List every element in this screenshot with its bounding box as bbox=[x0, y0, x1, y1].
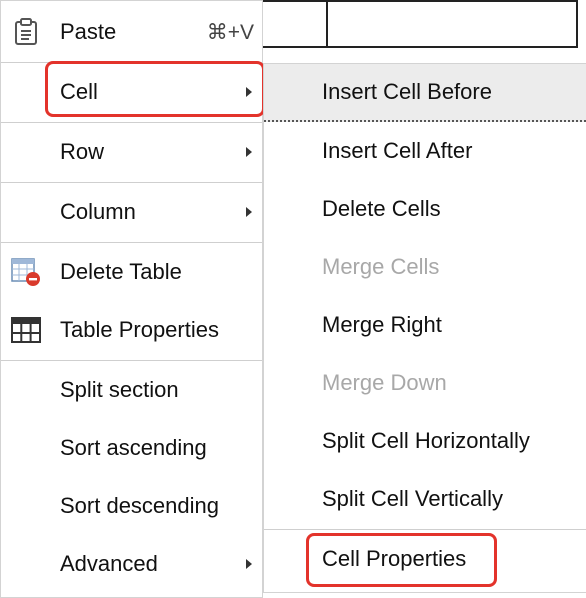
menu-item-advanced[interactable]: Advanced bbox=[1, 535, 262, 593]
submenu-item-label: Merge Right bbox=[322, 312, 442, 337]
submenu-item-split-cell-horizontally[interactable]: Split Cell Horizontally bbox=[264, 412, 586, 470]
submenu-item-label: Delete Cells bbox=[322, 196, 441, 221]
submenu-item-label: Split Cell Horizontally bbox=[322, 428, 530, 453]
menu-item-label: Delete Table bbox=[60, 259, 182, 284]
cell-highlight-box bbox=[45, 61, 265, 117]
submenu-item-insert-cell-before[interactable]: Insert Cell Before bbox=[264, 64, 586, 122]
menu-item-table-properties[interactable]: Table Properties bbox=[1, 301, 262, 359]
menu-item-label: Split section bbox=[60, 377, 179, 402]
submenu-arrow-icon bbox=[246, 147, 252, 157]
submenu-item-label: Merge Down bbox=[322, 370, 447, 395]
menu-item-column[interactable]: Column bbox=[1, 183, 262, 241]
table-cell[interactable] bbox=[256, 0, 328, 48]
cell-properties-highlight-box bbox=[306, 533, 497, 587]
submenu-arrow-icon bbox=[246, 207, 252, 217]
menu-item-label: Table Properties bbox=[60, 317, 219, 342]
menu-item-label: Sort ascending bbox=[60, 435, 207, 460]
submenu-item-insert-cell-after[interactable]: Insert Cell After bbox=[264, 122, 586, 180]
clipboard-icon bbox=[11, 17, 41, 47]
menu-item-label: Row bbox=[60, 139, 105, 164]
submenu-item-merge-down: Merge Down bbox=[264, 354, 586, 412]
shortcut-label: ⌘+V bbox=[206, 20, 254, 44]
menu-item-split-section[interactable]: Split section bbox=[1, 361, 262, 419]
menu-item-label: Column bbox=[60, 199, 136, 224]
submenu-item-label: Insert Cell After bbox=[322, 138, 473, 163]
submenu-item-merge-right[interactable]: Merge Right bbox=[264, 296, 586, 354]
menu-item-label: Paste bbox=[60, 19, 117, 44]
menu-item-row[interactable]: Row bbox=[1, 123, 262, 181]
menu-item-label: Sort descending bbox=[60, 493, 219, 518]
table-grid-icon bbox=[11, 315, 41, 345]
submenu-item-merge-cells: Merge Cells bbox=[264, 238, 586, 296]
table-cell[interactable] bbox=[326, 0, 578, 48]
submenu-item-label: Insert Cell Before bbox=[322, 79, 492, 104]
menu-item-label: Advanced bbox=[60, 551, 158, 576]
delete-table-icon bbox=[11, 257, 41, 287]
submenu-item-delete-cells[interactable]: Delete Cells bbox=[264, 180, 586, 238]
submenu-arrow-icon bbox=[246, 559, 252, 569]
submenu-item-label: Split Cell Vertically bbox=[322, 486, 503, 511]
menu-item-sort-descending[interactable]: Sort descending bbox=[1, 477, 262, 535]
cell-submenu: Insert Cell Before Insert Cell After Del… bbox=[263, 63, 586, 593]
menu-item-delete-table[interactable]: Delete Table bbox=[1, 243, 262, 301]
submenu-item-label: Merge Cells bbox=[322, 254, 440, 279]
submenu-item-split-cell-vertically[interactable]: Split Cell Vertically bbox=[264, 470, 586, 528]
menu-item-paste[interactable]: Paste ⌘+V bbox=[1, 3, 262, 61]
menu-item-sort-ascending[interactable]: Sort ascending bbox=[1, 419, 262, 477]
